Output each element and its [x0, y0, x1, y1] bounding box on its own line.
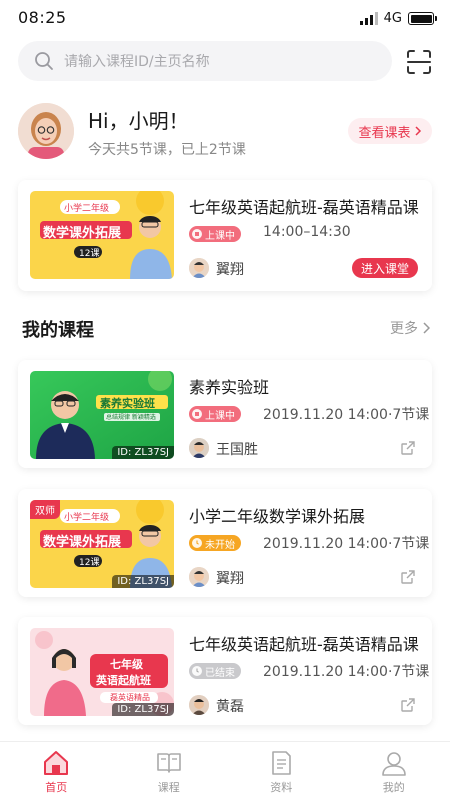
dual-teacher-tag: 双师	[30, 500, 60, 519]
bottom-tab-bar: 首页 课程 资料 我的	[0, 741, 450, 800]
status-icons: 4G	[359, 11, 437, 26]
search-input[interactable]: 请输入课程ID/主页名称	[18, 41, 392, 81]
more-link[interactable]: 更多	[390, 318, 430, 338]
book-icon	[156, 753, 181, 773]
course-card[interactable]: 双师 小学二年级 数学课外拓展 12课 ID: ZL37SJ 小学二年级数学课外…	[18, 489, 432, 597]
more-label: 更多	[390, 321, 418, 337]
teacher-name: 翼翔	[216, 262, 244, 278]
tab-materials[interactable]: 资料	[225, 742, 338, 800]
status-label: 上课中	[205, 410, 235, 422]
status-badge: 已结束	[189, 663, 241, 679]
course-meta: 2019.11.20 14:00·7节课	[263, 536, 430, 552]
scan-icon[interactable]	[406, 49, 432, 75]
view-schedule-label: 查看课表	[358, 125, 411, 141]
search-icon	[35, 52, 53, 70]
tab-label: 课程	[157, 781, 180, 794]
tab-label: 首页	[45, 781, 68, 794]
battery-icon	[408, 12, 437, 25]
course-thumbnail: 素养实验班 总结规律 新颖精选 ID: ZL37SJ	[30, 371, 174, 459]
course-title: 七年级英语起航班-磊英语精品课	[189, 198, 419, 217]
thumb-badge: 小学二年级	[64, 204, 110, 214]
course-thumbnail: 双师 小学二年级 数学课外拓展 12课 ID: ZL37SJ	[30, 500, 174, 588]
view-schedule-button[interactable]: 查看课表	[348, 118, 432, 144]
course-title: 小学二年级数学课外拓展	[189, 507, 366, 526]
network-type: 4G	[383, 11, 402, 26]
my-courses-title: 我的课程	[22, 320, 94, 341]
share-icon[interactable]	[400, 697, 416, 713]
status-label: 上课中	[205, 230, 235, 242]
teacher-name: 王国胜	[216, 442, 258, 458]
thumb-headline: 数学课外拓展	[43, 535, 122, 550]
thumb-headline: 数学课外拓展	[43, 226, 122, 241]
status-label: 已结束	[205, 667, 235, 679]
status-bar: 08:25 4G	[0, 0, 450, 36]
course-meta: 2019.11.20 14:00·7节课	[263, 664, 430, 680]
course-title: 七年级英语起航班-磊英语精品课	[189, 635, 419, 654]
search-placeholder: 请输入课程ID/主页名称	[64, 54, 210, 70]
chevron-right-icon	[423, 322, 430, 334]
tab-label: 资料	[270, 781, 293, 794]
thumb-headline: 七年级	[110, 658, 143, 671]
today-course-card[interactable]: 小学二年级 数学课外拓展 12课 七年级英语起航班-磊英语精品课 上课中 14:…	[18, 180, 432, 291]
course-card[interactable]: 素养实验班 总结规律 新颖精选 ID: ZL37SJ 素养实验班 上课中 201…	[18, 360, 432, 468]
course-meta: 2019.11.20 14:00·7节课	[263, 407, 430, 423]
thumb-lessons: 12课	[79, 249, 100, 259]
tab-home[interactable]: 首页	[0, 742, 113, 800]
user-avatar[interactable]	[18, 103, 74, 159]
teacher-name: 翼翔	[216, 571, 244, 587]
live-icon	[192, 229, 202, 239]
teacher-avatar	[189, 438, 209, 458]
signal-icon	[359, 12, 378, 25]
thumb-sub: 总结规律 新颖精选	[106, 414, 156, 421]
course-id: ID: ZL37SJ	[112, 575, 174, 588]
chevron-right-icon	[414, 126, 421, 136]
course-card[interactable]: 七年级 英语起航班 磊英语精品 ID: ZL37SJ 七年级英语起航班-磊英语精…	[18, 617, 432, 725]
clock-icon	[192, 538, 202, 548]
enter-classroom-button[interactable]: 进入课堂	[352, 258, 418, 278]
tab-courses[interactable]: 课程	[113, 742, 226, 800]
status-time: 08:25	[18, 8, 67, 27]
teacher-avatar	[189, 258, 209, 278]
greeting-text: Hi，小明！	[88, 109, 189, 133]
thumb-headline: 英语起航班	[96, 674, 151, 687]
tab-profile[interactable]: 我的	[338, 742, 450, 800]
course-id: ID: ZL37SJ	[112, 703, 174, 716]
thumb-lessons: 12课	[79, 558, 100, 568]
clock-icon	[192, 666, 202, 676]
course-title: 素养实验班	[189, 378, 270, 397]
live-icon	[192, 409, 202, 419]
tab-label: 我的	[382, 781, 405, 794]
user-icon	[381, 752, 406, 776]
status-badge: 上课中	[189, 226, 241, 242]
status-label: 未开始	[205, 539, 235, 551]
class-summary: 今天共5节课，已上2节课	[88, 142, 246, 158]
course-thumbnail: 七年级 英语起航班 磊英语精品 ID: ZL37SJ	[30, 628, 174, 716]
teacher-avatar	[189, 695, 209, 715]
status-badge: 上课中	[189, 406, 241, 422]
thumb-headline: 素养实验班	[100, 397, 155, 410]
course-id: ID: ZL37SJ	[112, 446, 174, 459]
share-icon[interactable]	[400, 440, 416, 456]
status-badge: 未开始	[189, 535, 241, 551]
home-icon	[44, 751, 69, 775]
document-icon	[272, 751, 292, 775]
teacher-avatar	[189, 567, 209, 587]
teacher-name: 黄磊	[216, 699, 244, 715]
share-icon[interactable]	[400, 569, 416, 585]
course-thumbnail: 小学二年级 数学课外拓展 12课	[30, 191, 174, 279]
thumb-sub: 磊英语精品	[110, 693, 150, 702]
course-time: 14:00–14:30	[263, 224, 351, 240]
thumb-badge: 小学二年级	[64, 513, 110, 523]
